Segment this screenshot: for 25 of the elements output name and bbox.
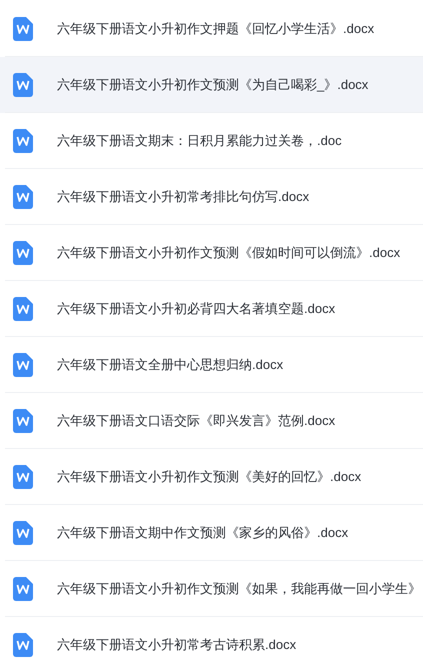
word-document-icon — [13, 577, 33, 601]
file-name: 六年级下册语文小升初作文押题《回忆小学生活》.docx — [57, 20, 374, 38]
file-name: 六年级下册语文小升初作文预测《如果，我能再做一回小学生》 — [57, 580, 421, 598]
word-document-icon — [13, 73, 33, 97]
file-name: 六年级下册语文小升初作文预测《美好的回忆》.docx — [57, 468, 362, 486]
word-document-icon — [13, 297, 33, 321]
word-document-icon — [13, 353, 33, 377]
file-name: 六年级下册语文小升初作文预测《为自己喝彩_》.docx — [57, 76, 368, 94]
file-name: 六年级下册语文小升初常考古诗积累.docx — [57, 636, 296, 654]
word-document-icon — [13, 185, 33, 209]
word-document-icon — [13, 129, 33, 153]
file-name: 六年级下册语文小升初作文预测《假如时间可以倒流》.docx — [57, 244, 400, 262]
word-document-icon — [13, 409, 33, 433]
file-name: 六年级下册语文小升初常考排比句仿写.docx — [57, 188, 310, 206]
word-document-icon — [13, 521, 33, 545]
word-document-icon — [13, 465, 33, 489]
word-document-icon — [13, 633, 33, 657]
file-name: 六年级下册语文期末：日积月累能力过关卷，.doc — [57, 132, 342, 150]
file-name: 六年级下册语文全册中心思想归纳.docx — [57, 356, 284, 374]
file-name: 六年级下册语文期中作文预测《家乡的风俗》.docx — [57, 524, 348, 542]
file-row[interactable]: 六年级下册语文小升初作文预测《为自己喝彩_》.docx — [0, 57, 423, 113]
word-document-icon — [13, 241, 33, 265]
file-name: 六年级下册语文口语交际《即兴发言》范例.docx — [57, 412, 336, 430]
word-document-icon — [13, 17, 33, 41]
file-name: 六年级下册语文小升初必背四大名著填空题.docx — [57, 300, 336, 318]
